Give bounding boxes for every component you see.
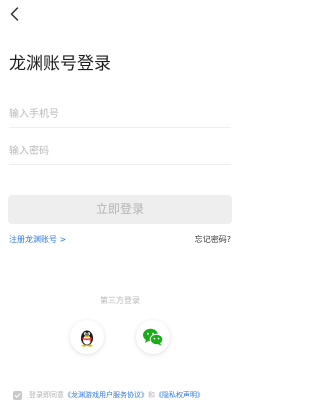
agreement-row: 登录即同意 《龙渊游戏用户服务协议》 和 《隐私权声明》 <box>13 389 204 401</box>
agreement-prefix: 登录即同意 <box>29 391 64 399</box>
phone-field[interactable] <box>9 101 231 128</box>
qq-icon <box>81 330 93 347</box>
password-input[interactable] <box>9 138 231 164</box>
phone-input[interactable] <box>9 101 231 127</box>
third-party-label: 第三方登录 <box>100 296 140 305</box>
wechat-icon <box>143 328 164 346</box>
agreement-checkbox[interactable] <box>13 390 22 400</box>
service-agreement-link[interactable]: 《龙渊游戏用户服务协议》 <box>64 389 148 401</box>
back-button[interactable] <box>8 6 22 22</box>
agreement-and: 和 <box>148 391 155 399</box>
qq-login-button[interactable] <box>70 320 104 354</box>
check-icon <box>14 392 21 398</box>
password-field[interactable] <box>9 138 231 165</box>
login-button[interactable]: 立即登录 <box>8 195 232 224</box>
page-title: 龙渊账号登录 <box>9 54 111 74</box>
forgot-password-link[interactable]: 忘记密码? <box>195 234 231 246</box>
privacy-policy-link[interactable]: 《隐私权声明》 <box>155 389 204 401</box>
register-link[interactable]: 注册龙渊账号 > <box>9 234 66 246</box>
chevron-left-icon <box>10 7 19 21</box>
wechat-login-button[interactable] <box>136 320 170 354</box>
